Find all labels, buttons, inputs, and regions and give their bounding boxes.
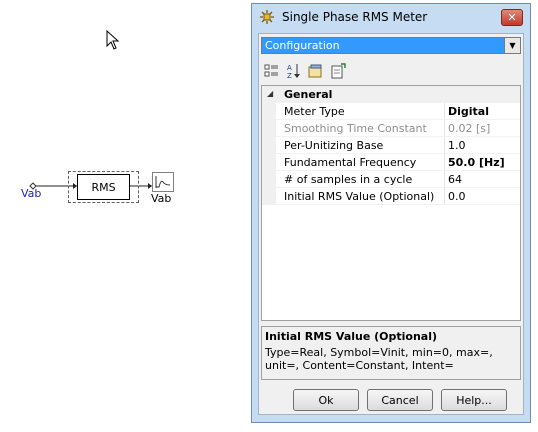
category-row-general[interactable]: ◢ General xyxy=(262,86,520,103)
output-signal-label: Vab xyxy=(151,192,172,205)
property-name: # of samples in a cycle xyxy=(284,173,413,186)
ok-button-label: Ok xyxy=(318,393,334,407)
collapse-triangle-icon[interactable]: ◢ xyxy=(267,89,273,98)
help-button-label: Help... xyxy=(456,393,492,407)
ok-button[interactable]: Ok xyxy=(293,389,359,411)
input-signal-label: Vab xyxy=(21,187,42,200)
chevron-down-icon[interactable]: ▼ xyxy=(504,38,520,53)
row-gutter xyxy=(262,120,276,137)
property-row[interactable]: Smoothing Time Constant 0.02 [s] xyxy=(262,120,520,137)
property-pages-icon[interactable] xyxy=(307,62,325,80)
schematic-canvas[interactable]: RMS Vab Vab xyxy=(0,0,250,432)
row-gutter xyxy=(262,188,276,205)
property-row[interactable]: Initial RMS Value (Optional) 0.0 xyxy=(262,188,520,205)
row-separator xyxy=(276,204,520,205)
property-row[interactable]: Fundamental Frequency 50.0 [Hz] xyxy=(262,154,520,171)
row-gutter xyxy=(262,137,276,154)
svg-text:A: A xyxy=(287,64,292,72)
property-name: Smoothing Time Constant xyxy=(284,122,427,135)
column-divider[interactable] xyxy=(444,103,445,120)
property-name: Initial RMS Value (Optional) xyxy=(284,190,435,203)
row-gutter xyxy=(262,154,276,171)
category-dropdown-value: Configuration xyxy=(265,39,340,52)
export-icon[interactable] xyxy=(329,62,347,80)
property-name: Meter Type xyxy=(284,105,345,118)
rms-block[interactable]: RMS xyxy=(77,174,130,200)
column-divider[interactable] xyxy=(444,137,445,154)
cancel-button[interactable]: Cancel xyxy=(367,389,433,411)
dialog-client-area: Configuration ▼ A Z ◢ General Meter Type… xyxy=(258,33,524,415)
dialog-titlebar[interactable]: Single Phase RMS Meter ✕ xyxy=(252,4,530,30)
mouse-pointer-icon xyxy=(106,29,120,53)
help-description: Type=Real, Symbol=Vinit, min=0, max=, un… xyxy=(265,346,493,372)
help-title: Initial RMS Value (Optional) xyxy=(265,330,438,343)
column-divider[interactable] xyxy=(444,154,445,171)
property-row[interactable]: Meter Type Digital xyxy=(262,103,520,120)
column-divider[interactable] xyxy=(444,188,445,205)
cancel-button-label: Cancel xyxy=(381,393,419,407)
app-icon xyxy=(260,10,274,24)
property-row[interactable]: # of samples in a cycle 64 xyxy=(262,171,520,188)
rms-meter-dialog: Single Phase RMS Meter ✕ Configuration ▼… xyxy=(251,3,531,423)
property-name: Per-Unitizing Base xyxy=(284,139,384,152)
dialog-title: Single Phase RMS Meter xyxy=(282,10,428,24)
help-panel: Initial RMS Value (Optional) Type=Real, … xyxy=(261,326,521,380)
schematic-wires xyxy=(29,182,152,190)
property-value[interactable]: 64 xyxy=(448,173,462,186)
property-value[interactable]: 0.0 xyxy=(448,190,466,203)
property-value: 0.02 [s] xyxy=(448,122,491,135)
svg-text:Z: Z xyxy=(287,72,292,80)
property-value[interactable]: 50.0 [Hz] xyxy=(448,156,505,169)
column-divider[interactable] xyxy=(444,171,445,188)
close-button[interactable]: ✕ xyxy=(501,9,523,26)
property-toolbar: A Z xyxy=(261,60,521,82)
property-grid: ◢ General Meter Type Digital Smoothing Tim… xyxy=(261,85,521,321)
column-divider[interactable] xyxy=(444,120,445,137)
meter-output-icon[interactable] xyxy=(152,172,174,192)
property-value[interactable]: Digital xyxy=(448,105,489,118)
category-dropdown[interactable]: Configuration ▼ xyxy=(261,37,521,54)
row-gutter xyxy=(262,103,276,120)
category-label: General xyxy=(284,88,333,101)
property-row[interactable]: Per-Unitizing Base 1.0 xyxy=(262,137,520,154)
close-icon: ✕ xyxy=(507,11,517,24)
row-gutter xyxy=(262,171,276,188)
property-name: Fundamental Frequency xyxy=(284,156,417,169)
categorized-view-icon[interactable] xyxy=(263,62,281,80)
property-value[interactable]: 1.0 xyxy=(448,139,466,152)
alphabetical-sort-icon[interactable]: A Z xyxy=(285,62,303,80)
rms-block-label: RMS xyxy=(91,180,116,194)
help-button[interactable]: Help... xyxy=(441,389,507,411)
